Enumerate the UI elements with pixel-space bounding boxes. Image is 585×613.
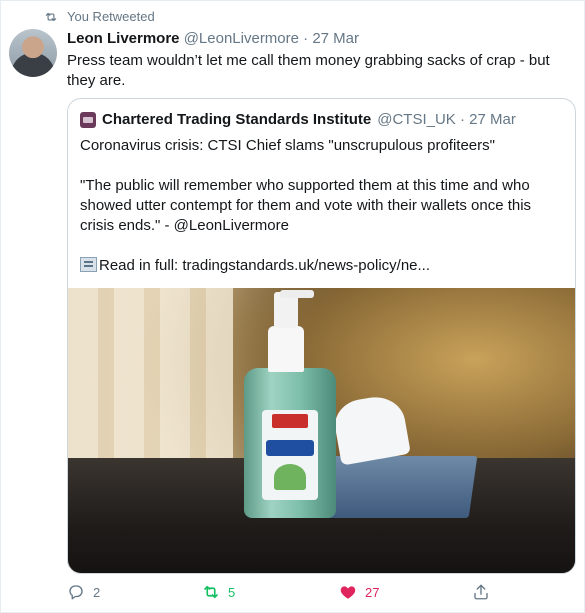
image-aloe-graphic xyxy=(274,464,306,490)
reply-count: 2 xyxy=(93,584,101,600)
reply-icon xyxy=(69,585,83,600)
image-tissue-box xyxy=(318,456,478,518)
image-purell-logo xyxy=(266,440,314,456)
image-bottle-label xyxy=(262,410,318,500)
image-label-badge xyxy=(272,414,308,428)
retweet-icon xyxy=(45,12,57,21)
ctsi-logo-icon xyxy=(80,111,96,128)
quoted-author-handle-date[interactable]: @CTSI_UK · 27 Mar xyxy=(377,111,516,128)
retweet-button[interactable]: 5 xyxy=(202,583,235,601)
image-tissue xyxy=(331,392,411,466)
author-handle-date[interactable]: @LeonLivermore · 27 Mar xyxy=(184,30,359,47)
reply-button[interactable]: 2 xyxy=(67,583,100,601)
quoted-tweet-image[interactable] xyxy=(68,288,575,573)
quoted-headline: Coronavirus crisis: CTSI Chief slams "un… xyxy=(80,137,495,154)
avatar[interactable] xyxy=(9,29,57,77)
newspaper-icon xyxy=(80,257,97,272)
quoted-author-name[interactable]: Chartered Trading Standards Institute xyxy=(102,111,371,128)
like-count: 27 xyxy=(365,584,380,600)
heart-icon xyxy=(340,586,356,599)
tweet-card[interactable]: You Retweeted Leon Livermore @LeonLiverm… xyxy=(0,0,585,613)
share-icon xyxy=(474,584,488,600)
quoted-read-more: Read in full: tradingstandards.uk/news-p… xyxy=(80,256,564,276)
retweet-banner-text: You Retweeted xyxy=(67,9,155,24)
tweet-header: Leon Livermore @LeonLivermore · 27 Mar xyxy=(67,30,359,47)
tweet-text: Press team wouldn’t let me call them mon… xyxy=(67,52,550,89)
share-button[interactable] xyxy=(472,583,490,601)
read-more-link[interactable]: Read in full: tradingstandards.uk/news-p… xyxy=(99,257,430,274)
author-name[interactable]: Leon Livermore xyxy=(67,30,180,47)
retweet-banner: You Retweeted xyxy=(43,9,155,24)
like-button[interactable]: 27 xyxy=(339,583,379,601)
quoted-tweet-text: Coronavirus crisis: CTSI Chief slams "un… xyxy=(80,136,564,296)
retweet-icon xyxy=(204,585,218,599)
quoted-tweet[interactable]: Chartered Trading Standards Institute @C… xyxy=(67,98,576,574)
retweet-count: 5 xyxy=(228,584,236,600)
quoted-body: "The public will remember who supported … xyxy=(80,177,532,234)
quoted-tweet-header: Chartered Trading Standards Institute @C… xyxy=(80,111,516,128)
tweet-actions: 2 5 27 xyxy=(67,583,567,605)
image-pump-arm xyxy=(280,290,314,298)
image-pump-collar xyxy=(268,326,304,372)
